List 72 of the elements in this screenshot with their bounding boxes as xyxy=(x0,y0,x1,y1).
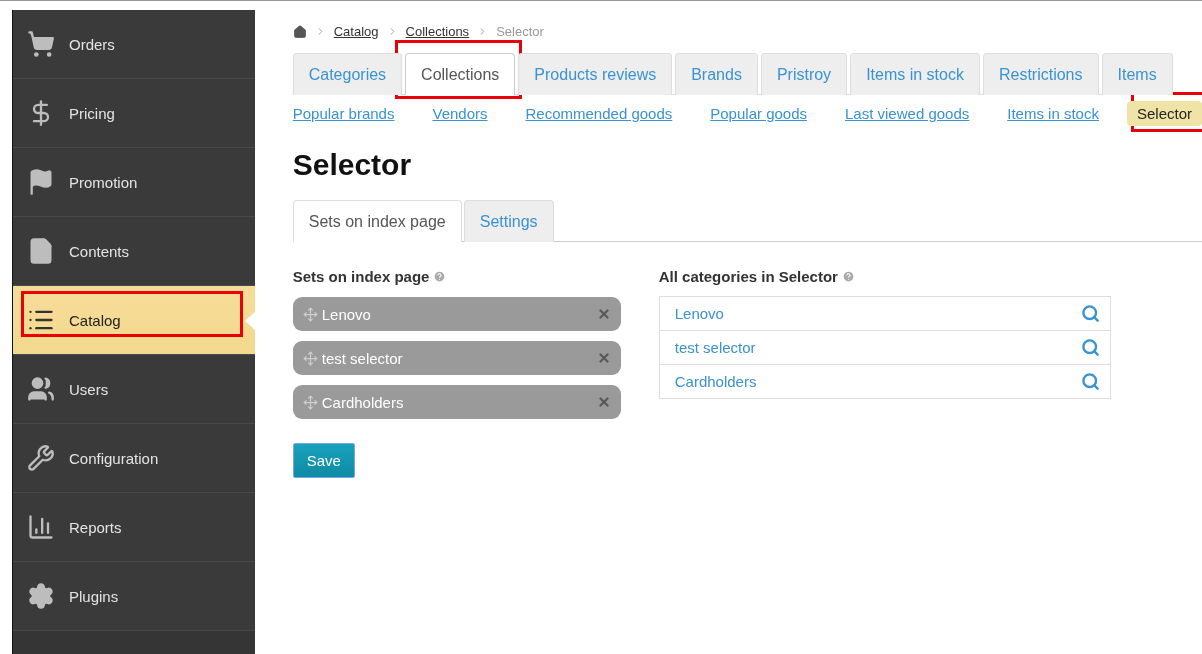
bar-chart-icon xyxy=(27,513,55,541)
tab[interactable]: Categories xyxy=(292,53,403,95)
home-icon[interactable] xyxy=(292,24,307,39)
breadcrumb-text: Selector xyxy=(496,24,544,39)
section-heading: Sets on index page xyxy=(292,268,430,285)
category-row[interactable]: Lenovo xyxy=(658,296,1111,331)
section-heading: All categories in Selector xyxy=(658,268,838,285)
tab[interactable]: Items xyxy=(1101,53,1173,95)
tab[interactable]: Sets on index page xyxy=(292,200,462,242)
search-icon[interactable] xyxy=(1080,372,1100,391)
subnav-link[interactable]: Selector xyxy=(1126,101,1202,126)
cart-icon xyxy=(27,30,55,58)
sidebar-item[interactable]: Plugins xyxy=(13,562,255,631)
pointer-notch xyxy=(244,312,255,330)
set-chip[interactable]: Cardholders xyxy=(292,385,621,419)
set-chip[interactable]: test selector xyxy=(292,341,621,375)
tab[interactable]: Settings xyxy=(463,200,554,242)
move-icon[interactable] xyxy=(302,350,318,366)
set-label: test selector xyxy=(321,349,404,367)
search-icon[interactable] xyxy=(1080,304,1100,323)
sidebar-label: Catalog xyxy=(69,311,121,329)
page-title: Selector xyxy=(292,148,413,182)
move-icon[interactable] xyxy=(302,306,318,322)
save-button[interactable]: Save xyxy=(292,443,355,478)
remove-icon[interactable] xyxy=(596,307,611,321)
subnav-link[interactable]: Popular goods xyxy=(700,101,817,126)
set-label: Cardholders xyxy=(321,393,405,411)
breadcrumb-link[interactable]: Collections xyxy=(405,24,470,39)
sidebar-label: Plugins xyxy=(69,587,119,605)
sidebar-label: Pricing xyxy=(69,104,115,122)
category-label: Lenovo xyxy=(674,305,724,322)
breadcrumb-link[interactable]: Catalog xyxy=(333,24,379,39)
sidebar-label: Configuration xyxy=(69,449,159,467)
set-chip[interactable]: Lenovo xyxy=(292,297,621,331)
sidebar-item[interactable]: Configuration xyxy=(13,424,255,493)
category-label: test selector xyxy=(674,339,756,356)
subnav-link[interactable]: Items in stock xyxy=(997,101,1109,126)
sidebar-label: Orders xyxy=(69,35,115,53)
sidebar-item[interactable]: Users xyxy=(13,355,255,424)
subnav-link[interactable]: Vendors xyxy=(422,101,498,126)
remove-icon[interactable] xyxy=(596,395,611,409)
wrench-icon xyxy=(27,444,55,472)
sidebar-label: Reports xyxy=(69,518,122,536)
sidebar-item[interactable]: Reports xyxy=(13,493,255,562)
sidebar-item[interactable]: Contents xyxy=(13,217,255,286)
tab[interactable]: Collections xyxy=(405,53,516,95)
tab[interactable]: Products reviews xyxy=(518,53,673,95)
help-icon[interactable] xyxy=(841,270,855,283)
sidebar-label: Contents xyxy=(69,242,130,260)
sidebar-item[interactable]: Pricing xyxy=(13,79,255,148)
subnav-link[interactable]: Last viewed goods xyxy=(835,101,980,126)
move-icon[interactable] xyxy=(302,394,318,410)
sidebar-item[interactable]: Promotion xyxy=(13,148,255,217)
tab[interactable]: Restrictions xyxy=(982,53,1099,95)
users-icon xyxy=(27,375,55,403)
tab[interactable]: Items in stock xyxy=(850,53,980,95)
tab[interactable]: Pristroy xyxy=(760,53,848,95)
category-row[interactable]: Cardholders xyxy=(658,364,1111,399)
search-icon[interactable] xyxy=(1080,338,1100,357)
subnav-link[interactable]: Recommended goods xyxy=(515,101,683,126)
settings-icon xyxy=(27,582,55,610)
category-row[interactable]: test selector xyxy=(658,330,1111,365)
tab[interactable]: Brands xyxy=(675,53,758,95)
sidebar-item[interactable]: Catalog xyxy=(13,286,255,355)
sidebar-label: Promotion xyxy=(69,173,138,191)
sidebar-label: Users xyxy=(69,380,109,398)
remove-icon[interactable] xyxy=(596,351,611,365)
category-label: Cardholders xyxy=(674,373,757,390)
set-label: Lenovo xyxy=(321,305,372,323)
sidebar-item[interactable]: Orders xyxy=(13,10,255,79)
subnav-link[interactable]: Popular brands xyxy=(282,101,405,126)
help-icon[interactable] xyxy=(433,270,447,283)
